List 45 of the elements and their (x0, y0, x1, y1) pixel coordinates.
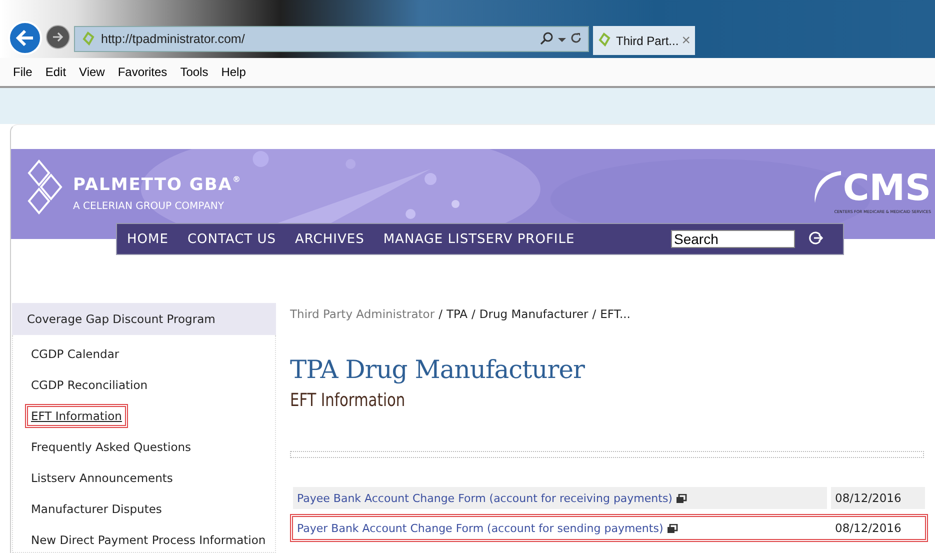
address-bar[interactable]: http://tpadministrator.com/ (74, 26, 589, 52)
menu-item[interactable]: Edit (45, 65, 66, 79)
sidebar-link[interactable]: Frequently Asked Questions (25, 435, 198, 459)
breadcrumb-text: Drug Manufacturer (479, 307, 588, 321)
sidebar-link[interactable]: New Direct Payment Process Information (25, 528, 272, 552)
page-title: TPA Drug Manufacturer (290, 355, 586, 384)
page-subtitle: EFT Information (290, 390, 406, 411)
breadcrumb-text: TPA (446, 307, 468, 321)
breadcrumb-text: EFT... (600, 307, 630, 321)
logo-tagline: A CELERIAN GROUP COMPANY (73, 201, 226, 212)
breadcrumb-separator: / (438, 307, 442, 321)
back-arrow-icon (16, 30, 34, 46)
sidebar-heading: Coverage Gap Discount Program (12, 303, 276, 335)
sidebar-link[interactable]: EFT Information (25, 404, 128, 428)
breadcrumb-separator: / (472, 307, 476, 321)
cms-logo-text: CMS (842, 171, 931, 207)
forward-button[interactable] (46, 25, 70, 49)
back-button[interactable] (8, 21, 42, 55)
menu-item[interactable]: Favorites (118, 65, 168, 79)
url-text: http://tpadministrator.com/ (101, 32, 246, 46)
nav-link[interactable]: ARCHIVES (295, 232, 364, 246)
sidebar-link[interactable]: CGDP Reconciliation (25, 373, 154, 397)
document-link[interactable]: Payer Bank Account Change Form (account for sending payments) (297, 522, 664, 534)
document-date: 08/12/2016 (831, 487, 925, 509)
sidebar-link[interactable]: Listserv Announcements (25, 466, 179, 490)
sidebar-link[interactable]: Manufacturer Disputes (25, 497, 168, 521)
tab-title: Third Part... (616, 34, 679, 48)
close-tab-button[interactable]: × (682, 32, 690, 49)
menu-item[interactable]: Help (221, 65, 246, 79)
menu-item[interactable]: View (79, 65, 105, 79)
search-icon[interactable] (540, 30, 554, 48)
menu-item[interactable]: File (13, 65, 32, 79)
nav-link[interactable]: MANAGE LISTSERV PROFILE (383, 232, 575, 246)
nav-link[interactable]: CONTACT US (187, 232, 276, 246)
breadcrumb-separator: / (592, 307, 596, 321)
logo-name: PALMETTO GBA® (73, 175, 242, 195)
browser-tab[interactable]: Third Part... × (593, 26, 695, 55)
nav-link[interactable]: HOME (127, 232, 168, 246)
search-field[interactable]: Search (671, 230, 795, 248)
sidebar-link[interactable]: CGDP Calendar (25, 342, 126, 366)
site-icon (81, 30, 97, 48)
menu-item[interactable]: Tools (180, 65, 208, 79)
forward-arrow-icon (52, 32, 64, 42)
breadcrumb-link[interactable]: Third Party Administrator (290, 307, 435, 321)
document-date: 08/12/2016 (834, 520, 902, 537)
